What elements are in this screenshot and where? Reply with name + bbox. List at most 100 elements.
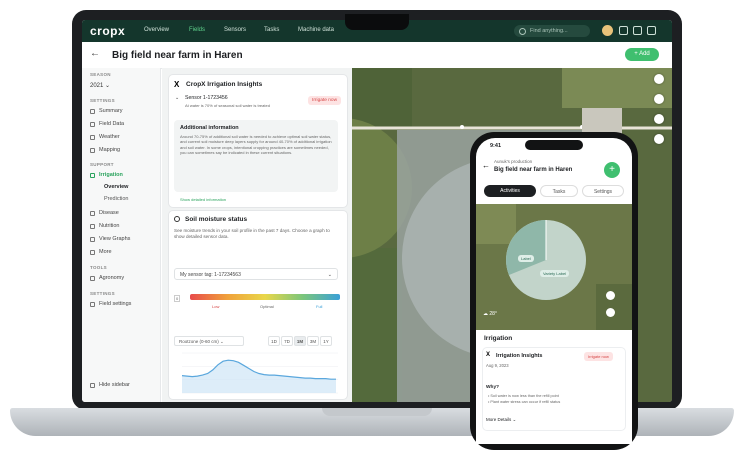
irrigate-now-badge: Irrigate now [308, 96, 342, 105]
disease-icon [90, 210, 95, 216]
graph-icon [90, 236, 95, 242]
range-1d[interactable]: 1D [268, 336, 280, 346]
sidebar-item-label: Agronomy [99, 275, 125, 281]
scale-box: 0 [174, 295, 181, 302]
phone-subtitle: Aunuk's production [494, 159, 533, 164]
sidebar-item-field-settings[interactable]: Field settings [90, 301, 131, 307]
sidebar-item-nutrition[interactable]: Nutrition [90, 223, 119, 229]
phone-more-details-link[interactable]: More Details ⌄ [486, 417, 516, 423]
insights-title: CropX Irrigation Insights [186, 81, 263, 88]
more-details-label: More Details [486, 417, 512, 422]
nav-overview[interactable]: Overview [144, 27, 169, 33]
more-icon [90, 249, 95, 255]
map-point [460, 125, 464, 129]
phone-back-icon[interactable]: ← [482, 161, 490, 170]
laptop-camera-notch [345, 14, 409, 30]
add-button[interactable]: + Add [625, 48, 659, 61]
hide-sidebar-button[interactable]: Hide sidebar [90, 382, 130, 388]
sensor-name: Sensor 1-1723456 [185, 95, 228, 101]
sidebar-item-irrigation[interactable]: Irrigation [90, 172, 123, 178]
layers-icon[interactable] [654, 134, 664, 144]
phone-layers-icon[interactable] [606, 291, 615, 300]
calendar-icon[interactable] [633, 26, 642, 35]
soil-description: See moisture trends in your soil profile… [174, 228, 330, 239]
season-select[interactable]: 2021 ⌄ [90, 82, 110, 89]
field-data-icon [90, 121, 95, 127]
nav-machine-data[interactable]: Machine data [298, 27, 334, 33]
phone-tab-activities[interactable]: Activities [484, 185, 536, 197]
cropx-x-icon: X [174, 80, 180, 89]
sidebar-item-mapping[interactable]: Mapping [90, 147, 120, 153]
sidebar-sub-overview[interactable]: Overview [104, 184, 128, 190]
soil-icon [174, 216, 180, 222]
tab-label: Settings [593, 189, 613, 195]
show-details-link[interactable]: Show detailed information [180, 197, 226, 202]
depth-select-value: Rootzone (0-60 cm) [179, 339, 219, 344]
phone-map-label: Label [518, 255, 534, 262]
back-arrow-icon[interactable]: ← [90, 48, 100, 59]
sidebar-item-label: Field settings [99, 301, 132, 307]
nav-tasks[interactable]: Tasks [264, 27, 279, 33]
phone-card-date: Aug 9, 2023 [486, 363, 509, 368]
sidebar-item-label: More [99, 249, 112, 255]
sidebar-item-label: Weather [99, 134, 120, 140]
chart-area [182, 360, 336, 393]
phone-weather: ☁ 28° [483, 311, 497, 317]
phone-add-button[interactable]: + [604, 162, 620, 178]
expand-icon[interactable] [654, 74, 664, 84]
sensor-select[interactable]: My sensor tag: 1-17234563 ⌄ [174, 268, 338, 280]
sensor-chevron-icon[interactable]: ⌄ [175, 96, 179, 101]
tab-label: Tasks [552, 189, 566, 195]
scale-optimal: Optimal [260, 304, 274, 309]
phone-tab-tasks[interactable]: Tasks [540, 185, 578, 197]
phone-bullet-text: Plant water stress can occur if refill s… [490, 400, 561, 404]
sidebar-item-disease[interactable]: Disease [90, 210, 119, 216]
apps-icon[interactable] [647, 26, 656, 35]
sidebar-item-label: Irrigation [99, 172, 123, 178]
phone-locate-icon[interactable] [606, 308, 615, 317]
phone-notch [525, 140, 583, 150]
range-3m[interactable]: 3M [307, 336, 319, 346]
phone-weather-value: 28° [489, 311, 497, 317]
phone-time: 9:41 [490, 143, 502, 149]
agronomy-icon [90, 275, 95, 281]
zoom-out-icon[interactable] [654, 114, 664, 124]
sidebar-item-summary[interactable]: Summary [90, 108, 123, 114]
page-title: Big field near farm in Haren [112, 50, 243, 61]
phone-bullet-text: Soil water is now less than the refill p… [490, 394, 559, 398]
sidebar-item-more[interactable]: More [90, 249, 112, 255]
range-1y[interactable]: 1Y [320, 336, 332, 346]
nav-fields[interactable]: Fields [189, 27, 205, 33]
phone-tab-settings[interactable]: Settings [582, 185, 624, 197]
nav-sensors[interactable]: Sensors [224, 27, 246, 33]
sidebar-item-view-graphs[interactable]: View Graphs [90, 236, 130, 242]
zoom-in-icon[interactable] [654, 94, 664, 104]
avatar[interactable] [602, 25, 613, 36]
phone-bullet: • Plant water stress can occur if refill… [488, 400, 561, 404]
range-1m[interactable]: 1M [294, 336, 306, 346]
info-text: Around 70-75% of additional soil water i… [180, 134, 332, 155]
sidebar-item-agronomy[interactable]: Agronomy [90, 275, 124, 281]
laptop-base-notch [322, 408, 432, 416]
phone-map-field [596, 284, 632, 330]
range-7d[interactable]: 7D [281, 336, 293, 346]
sidebar-item-weather[interactable]: Weather [90, 134, 120, 140]
depth-select[interactable]: Rootzone (0-60 cm) ⌄ [174, 336, 244, 346]
sidebar-item-label: Mapping [99, 147, 121, 153]
sidebar-tools-label: TOOLS [90, 265, 107, 270]
soil-title: Soil moisture status [185, 216, 248, 223]
scale-low: Low [212, 304, 220, 309]
season-value: 2021 [90, 83, 104, 89]
soil-moisture-chart [181, 352, 338, 394]
sidebar-sub-prediction[interactable]: Prediction [104, 196, 128, 202]
weather-icon [90, 134, 95, 140]
chevron-down-icon[interactable]: ⌄ [230, 49, 237, 58]
sidebar-item-label: Nutrition [99, 223, 120, 229]
app-logo[interactable]: cropx [90, 24, 125, 38]
sidebar-settings-label: SETTINGS [90, 98, 115, 103]
phone-irrigate-badge: Irrigate now [584, 352, 613, 361]
phone-why: Why? [486, 385, 500, 390]
sidebar-item-field-data[interactable]: Field Data [90, 121, 124, 127]
sidebar-item-label: Disease [99, 210, 119, 216]
bell-icon[interactable] [619, 26, 628, 35]
